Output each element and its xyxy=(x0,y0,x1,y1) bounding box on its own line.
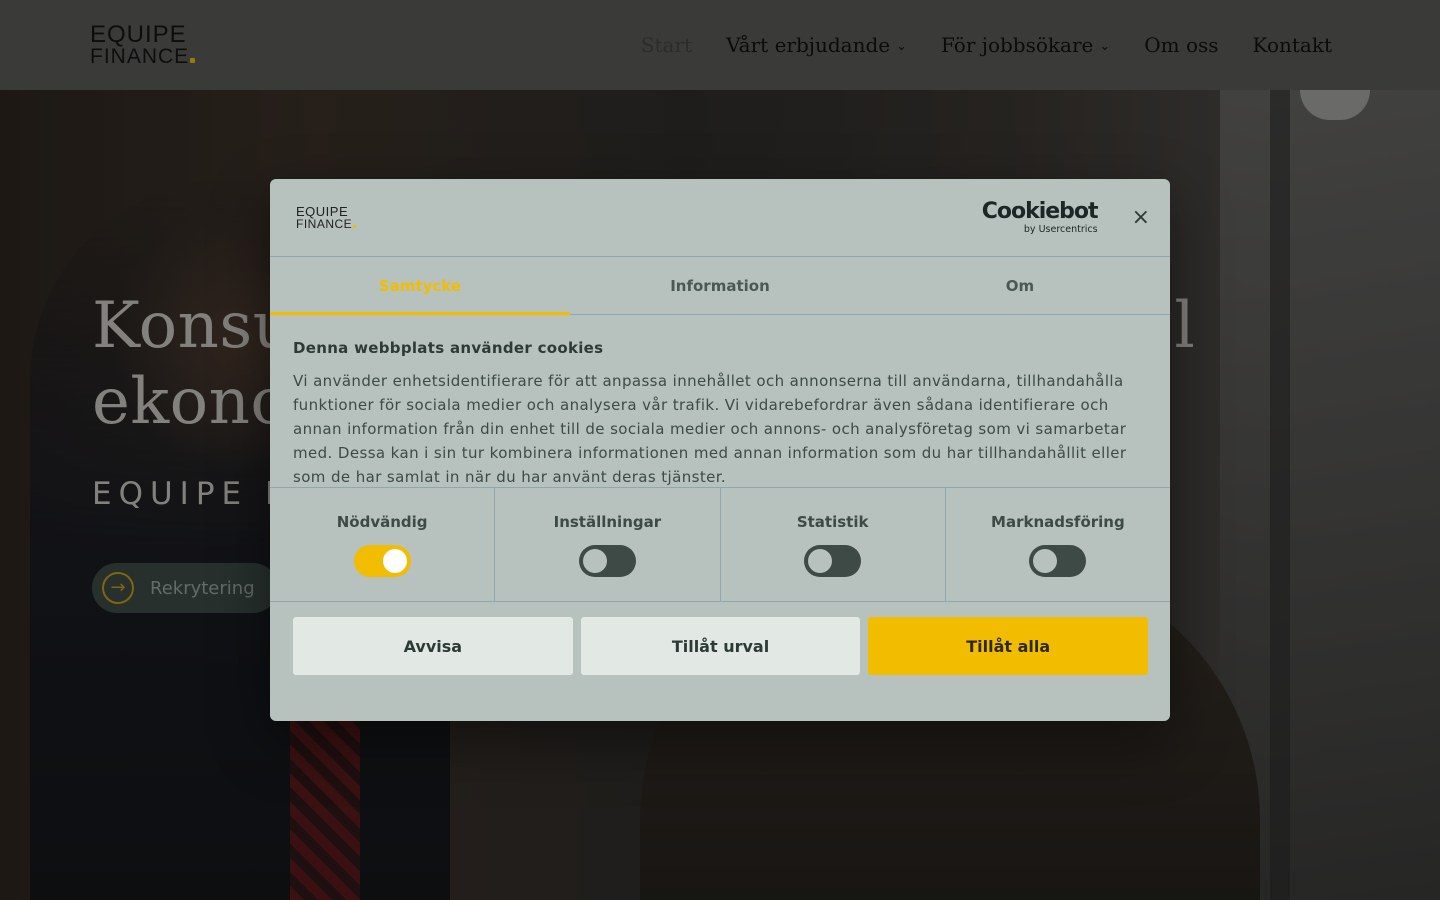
category-nodvandig: Nödvändig xyxy=(270,488,496,601)
toggle-statistik[interactable] xyxy=(804,545,862,577)
dialog-heading: Denna webbplats använder cookies xyxy=(293,339,604,357)
dialog-text: Vi använder enhetsidentifierare för att … xyxy=(293,372,1127,486)
category-label: Marknadsföring xyxy=(991,513,1125,531)
dialog-actions: Avvisa Tillåt urval Tillåt alla xyxy=(270,602,1170,675)
dialog-body: Denna webbplats använder cookies Vi anvä… xyxy=(270,315,1170,488)
toggle-knob xyxy=(582,549,607,573)
close-icon[interactable]: × xyxy=(1132,205,1150,230)
dialog-tabs: Samtycke Information Om xyxy=(270,257,1170,315)
allow-selection-button[interactable]: Tillåt urval xyxy=(580,617,861,675)
toggle-marknadsforing[interactable] xyxy=(1029,545,1087,577)
dialog-site-logo: EQUIPE FINANCE xyxy=(296,205,357,230)
toggle-knob xyxy=(1033,549,1058,573)
toggle-installningar[interactable] xyxy=(578,545,636,577)
reject-button[interactable]: Avvisa xyxy=(293,617,573,675)
cookiebot-sub: by Usercentrics xyxy=(1023,223,1098,235)
tab-information[interactable]: Information xyxy=(570,257,870,314)
category-label: Inställningar xyxy=(553,513,662,531)
toggle-knob xyxy=(808,549,833,573)
dialog-logo-line2: FINANCE xyxy=(296,218,357,230)
category-marknadsforing: Marknadsföring xyxy=(946,488,1170,601)
category-installningar: Inställningar xyxy=(495,488,721,601)
dialog-header: EQUIPE FINANCE Cookiebot by Usercentrics… xyxy=(270,179,1170,257)
category-label: Statistik xyxy=(796,513,869,531)
dialog-logo-dot-icon xyxy=(353,225,357,228)
toggle-nodvandig[interactable] xyxy=(353,545,411,577)
toggle-knob xyxy=(382,549,407,573)
allow-all-button[interactable]: Tillåt alla xyxy=(868,617,1149,675)
tab-samtycke[interactable]: Samtycke xyxy=(270,257,570,315)
category-statistik: Statistik xyxy=(721,488,946,601)
category-label: Nödvändig xyxy=(336,513,428,531)
cookiebot-name: Cookiebot xyxy=(981,198,1099,224)
tab-om[interactable]: Om xyxy=(870,257,1170,314)
cookie-categories: Nödvändig Inställningar Statistik Markna… xyxy=(270,488,1170,602)
cookie-consent-dialog: EQUIPE FINANCE Cookiebot by Usercentrics… xyxy=(270,179,1170,721)
cookiebot-logo[interactable]: Cookiebot by Usercentrics xyxy=(981,198,1099,235)
